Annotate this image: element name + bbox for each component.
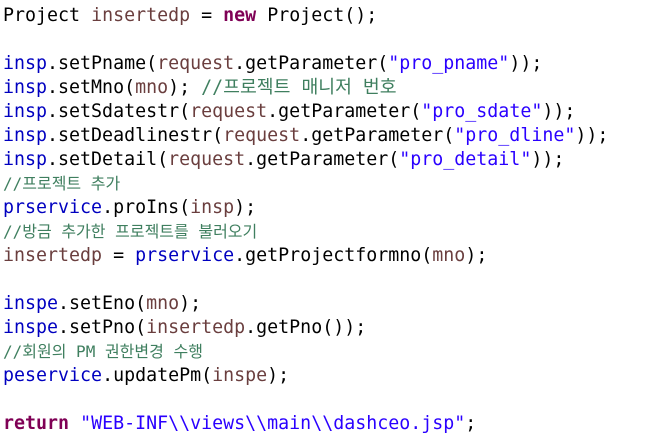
code-editor[interactable]: Project insertedp = new Project(); insp.… <box>0 0 662 437</box>
code-line: inspe.setEno(mno); <box>3 292 662 316</box>
code-text: .setPno( <box>58 317 147 338</box>
code-text: .getParameter( <box>267 101 422 122</box>
object-token: prservice <box>135 245 235 266</box>
code-comment: //회원의 PM 권한변경 수행 <box>3 342 203 361</box>
code-line: prservice.proIns(insp); <box>3 196 662 220</box>
code-line: insertedp = prservice.getProjectformno(m… <box>3 244 662 268</box>
code-text: .proIns( <box>102 197 191 218</box>
string-literal: "WEB-INF\\views\\main\\dashceo.jsp" <box>80 413 466 434</box>
object-token: insp <box>3 125 48 146</box>
variable-token: request <box>223 125 301 146</box>
variable-token: insp <box>190 197 235 218</box>
code-text: .setPname( <box>47 53 158 74</box>
string-literal: "pro_sdate" <box>421 101 543 122</box>
code-comment: //방금 추가한 프로젝트를 불러오기 <box>3 222 258 241</box>
code-line: //회원의 PM 권한변경 수행 <box>3 340 662 364</box>
code-line: return "WEB-INF\\views\\main\\dashceo.js… <box>3 412 662 436</box>
variable-token: mno <box>146 293 180 314</box>
object-token: insp <box>3 149 48 170</box>
string-literal: "pro_dline" <box>454 125 576 146</box>
code-text: .getParameter( <box>234 53 389 74</box>
code-comment: //프로젝트 매니저 번호 <box>201 77 397 98</box>
code-line: insp.setDetail(request.getParameter("pro… <box>3 148 662 172</box>
variable-token: insertedp <box>146 317 246 338</box>
object-token: insp <box>3 77 48 98</box>
code-text: Project(); <box>256 5 378 26</box>
object-token: inspe <box>3 317 59 338</box>
code-line: //프로젝트 추가 <box>3 172 662 196</box>
keyword-token: new <box>223 5 257 26</box>
code-text: ); <box>465 245 488 266</box>
code-text: )); <box>575 125 609 146</box>
code-text: ); <box>179 293 202 314</box>
object-token: peservice <box>3 365 103 386</box>
code-line: insp.setDeadlinestr(request.getParameter… <box>3 124 662 148</box>
variable-token: inspe <box>212 365 268 386</box>
code-line: Project insertedp = new Project(); <box>3 4 662 28</box>
code-text: .getProjectformno( <box>234 245 433 266</box>
code-text: ); <box>267 365 290 386</box>
object-token: inspe <box>3 293 59 314</box>
object-token: insp <box>3 53 48 74</box>
code-text: .setDeadlinestr( <box>47 125 224 146</box>
string-literal: "pro_pname" <box>388 53 510 74</box>
code-text: .setDetail( <box>47 149 169 170</box>
code-text: = <box>190 5 224 26</box>
code-text: )); <box>542 101 576 122</box>
code-text: = <box>102 245 136 266</box>
variable-token: request <box>190 101 268 122</box>
code-text: .getParameter( <box>245 149 400 170</box>
code-line: insp.setMno(mno); //프로젝트 매니저 번호 <box>3 76 662 100</box>
code-text: .getParameter( <box>300 125 455 146</box>
code-text: ; <box>465 413 477 434</box>
variable-token: request <box>168 149 246 170</box>
code-comment: //프로젝트 추가 <box>3 174 121 193</box>
variable-token: mno <box>135 77 169 98</box>
code-line: inspe.setPno(insertedp.getPno()); <box>3 316 662 340</box>
code-text: .setSdatestr( <box>47 101 191 122</box>
code-text: .getPno()); <box>245 317 367 338</box>
variable-token: mno <box>432 245 466 266</box>
code-text: ); <box>168 77 202 98</box>
variable-token: insertedp <box>91 5 191 26</box>
code-line: insp.setSdatestr(request.getParameter("p… <box>3 100 662 124</box>
code-line: //방금 추가한 프로젝트를 불러오기 <box>3 220 662 244</box>
variable-token: request <box>157 53 235 74</box>
code-text: )); <box>509 53 543 74</box>
code-line: peservice.updatePm(inspe); <box>3 364 662 388</box>
object-token: prservice <box>3 197 103 218</box>
code-text: Project <box>3 5 92 26</box>
code-text: ); <box>234 197 257 218</box>
code-text: .setMno( <box>47 77 136 98</box>
code-text: )); <box>531 149 565 170</box>
code-text: .setEno( <box>58 293 147 314</box>
object-token: insp <box>3 101 48 122</box>
code-text: .updatePm( <box>102 365 213 386</box>
variable-token: insertedp <box>3 245 103 266</box>
keyword-token: return <box>3 413 70 434</box>
string-literal: "pro_detail" <box>399 149 532 170</box>
code-line: insp.setPname(request.getParameter("pro_… <box>3 52 662 76</box>
